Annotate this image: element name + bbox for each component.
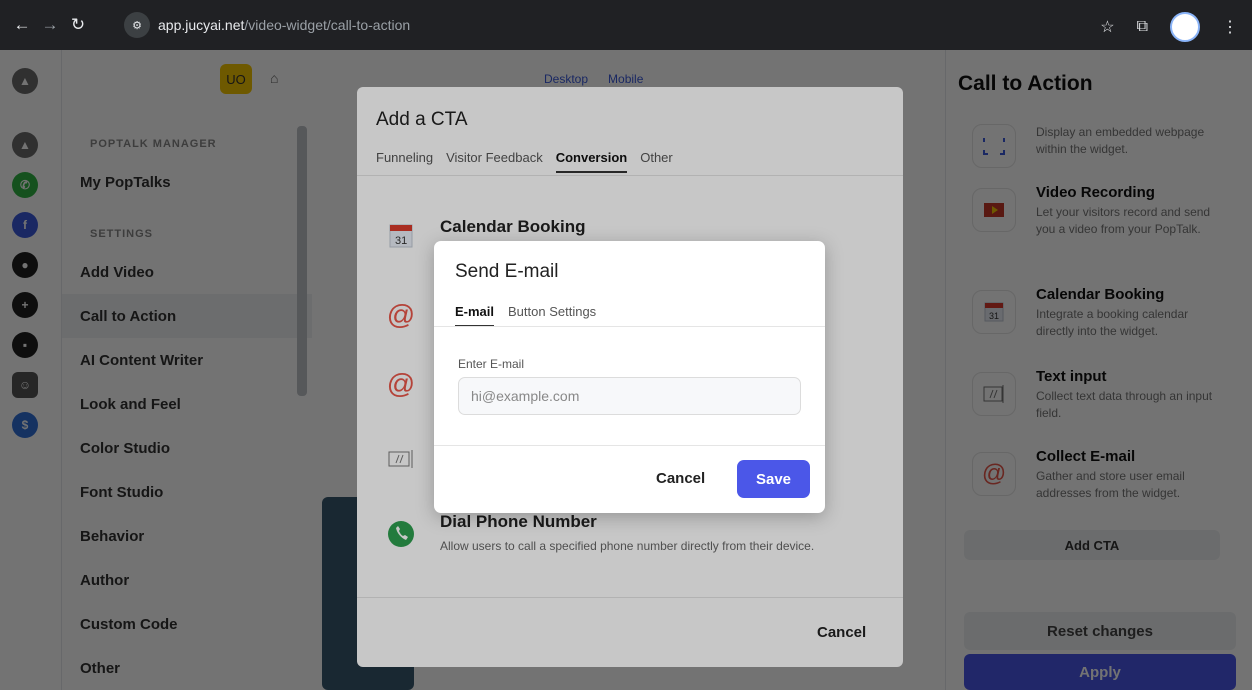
forward-icon[interactable]: → bbox=[36, 15, 64, 35]
tab-email[interactable]: E-mail bbox=[455, 304, 495, 327]
extensions-icon[interactable]: ⧉ bbox=[1137, 18, 1148, 36]
more-menu-icon[interactable]: ⋮ bbox=[1222, 17, 1238, 37]
url-host: app.jucyai.net bbox=[158, 17, 245, 33]
email-field-label: Enter E-mail bbox=[458, 357, 525, 371]
profile-avatar[interactable] bbox=[1170, 12, 1200, 42]
browser-toolbar: ← → ↻ ⚙ app.jucyai.net /video-widget/cal… bbox=[0, 0, 1252, 50]
divider bbox=[434, 326, 825, 327]
cancel-button[interactable]: Cancel bbox=[656, 470, 705, 487]
dialog-title: Send E-mail bbox=[455, 261, 559, 282]
send-email-dialog: Send E-mail E-mail Button Settings Enter… bbox=[434, 241, 825, 513]
site-info-icon[interactable]: ⚙ bbox=[124, 12, 150, 38]
bookmark-star-icon[interactable]: ☆ bbox=[1100, 17, 1114, 37]
back-icon[interactable]: ← bbox=[8, 15, 36, 35]
email-dialog-tabs: E-mail Button Settings bbox=[455, 304, 596, 327]
address-bar[interactable]: ⚙ app.jucyai.net /video-widget/call-to-a… bbox=[124, 9, 1252, 41]
tab-button-settings[interactable]: Button Settings bbox=[508, 304, 596, 327]
url-path: /video-widget/call-to-action bbox=[244, 17, 411, 33]
reload-icon[interactable]: ↻ bbox=[64, 15, 92, 35]
divider bbox=[434, 445, 825, 446]
email-field[interactable] bbox=[458, 377, 801, 415]
save-button[interactable]: Save bbox=[737, 460, 810, 498]
